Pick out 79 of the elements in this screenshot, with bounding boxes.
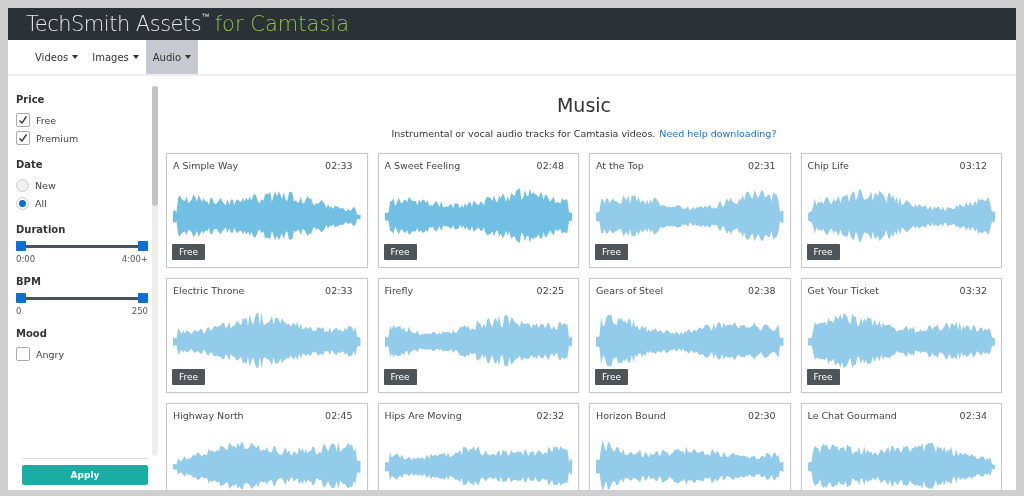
track-card[interactable]: A Sweet Feeling 02:48 Free [377, 153, 579, 268]
range-max-label: 4:00+ [121, 254, 148, 264]
track-card[interactable]: Gears of Steel 02:38 Free [589, 278, 791, 393]
price-badge: Free [806, 244, 840, 260]
track-card[interactable]: Highway North 02:45 [166, 403, 368, 490]
filter-heading: BPM [16, 276, 42, 287]
slider-handle[interactable] [138, 241, 148, 251]
track-title: Firefly [384, 285, 414, 296]
track-duration: 02:38 [748, 285, 776, 296]
caret-icon [72, 55, 79, 59]
track-title: Le Chat Gourmand [807, 410, 897, 421]
track-title: Get Your Ticket [807, 285, 879, 296]
option-label: New [35, 179, 56, 191]
range-min-label: 0:00 [16, 254, 36, 264]
help-link[interactable]: Need help downloading? [659, 128, 777, 139]
track-card[interactable]: A Simple Way 02:33 Free [166, 153, 368, 268]
filter-heading: Price [16, 94, 46, 105]
track-title: Hips Are Moving [384, 410, 462, 421]
scrollbar-thumb[interactable] [152, 86, 158, 206]
track-title: At the Top [596, 160, 644, 171]
nav-tab[interactable]: Audio [145, 40, 199, 74]
track-duration: 02:32 [536, 410, 564, 421]
track-duration: 02:45 [325, 410, 353, 421]
option-label: All [35, 197, 47, 209]
brand-logo: TechSmith Assets™ [26, 12, 209, 36]
filter-heading: Duration [16, 224, 67, 235]
radio-button[interactable] [16, 196, 29, 210]
radio-button[interactable] [16, 178, 29, 192]
slider-handle[interactable] [16, 293, 26, 303]
track-title: A Sweet Feeling [384, 160, 461, 171]
track-duration: 02:48 [536, 160, 564, 171]
nav-tab[interactable]: Videos [28, 40, 86, 74]
track-card[interactable]: Firefly 02:25 Free [377, 278, 579, 393]
nav-tab[interactable]: Images [85, 40, 146, 74]
track-card[interactable]: Electric Throne 02:33 Free [166, 278, 368, 393]
price-badge: Free [383, 244, 417, 260]
track-title: Chip Life [807, 160, 849, 171]
track-card[interactable]: At the Top 02:31 Free [589, 153, 791, 268]
price-badge: Free [383, 369, 417, 385]
checkbox[interactable] [16, 113, 30, 127]
price-badge: Free [172, 369, 206, 385]
track-card[interactable]: Horizon Bound 02:30 [589, 403, 791, 490]
intro-text: Instrumental or vocal audio tracks for Camtasia videos. Need help downloading? [390, 128, 778, 139]
track-title: Horizon Bound [596, 410, 666, 421]
track-duration: 02:33 [325, 285, 353, 296]
track-title: Electric Throne [173, 285, 245, 296]
product-name: for Camtasia [214, 12, 349, 36]
track-card[interactable]: Le Chat Gourmand 02:34 [800, 403, 1002, 490]
option-label: Angry [36, 348, 65, 360]
track-duration: 02:25 [536, 285, 564, 296]
price-badge: Free [806, 369, 840, 385]
track-duration: 02:30 [748, 410, 776, 421]
checkbox[interactable] [16, 131, 30, 145]
option-label: Premium [36, 132, 79, 144]
track-card[interactable]: Get Your Ticket 03:32 Free [800, 278, 1002, 393]
track-title: Gears of Steel [596, 285, 664, 296]
price-badge: Free [595, 369, 629, 385]
option-label: Free [36, 114, 57, 126]
filter-heading: Date [16, 159, 44, 170]
track-duration: 03:32 [959, 285, 987, 296]
track-duration: 02:31 [748, 160, 776, 171]
track-card[interactable]: Chip Life 03:12 Free [800, 153, 1002, 268]
slider-handle[interactable] [138, 293, 148, 303]
track-title: Highway North [173, 410, 244, 421]
caret-icon [132, 55, 139, 59]
page-title: Music [555, 94, 613, 116]
range-min-label: 0 [16, 306, 22, 316]
track-duration: 02:33 [325, 160, 353, 171]
filter-heading: Mood [16, 328, 48, 339]
caret-icon [185, 55, 192, 59]
track-title: A Simple Way [173, 160, 239, 171]
slider-handle[interactable] [16, 241, 26, 251]
price-badge: Free [595, 244, 629, 260]
track-card[interactable]: Hips Are Moving 02:32 [377, 403, 579, 490]
track-duration: 03:12 [959, 160, 987, 171]
price-badge: Free [172, 244, 206, 260]
checkbox[interactable] [16, 347, 30, 361]
range-max-label: 250 [131, 306, 148, 316]
track-duration: 02:34 [959, 410, 987, 421]
